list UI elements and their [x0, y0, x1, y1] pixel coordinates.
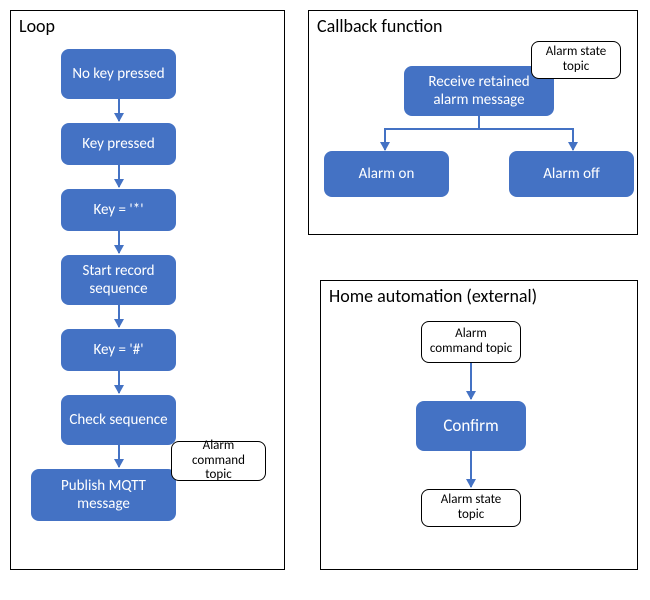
node-label: Start record sequence — [67, 262, 170, 298]
loop-title: Loop — [19, 15, 55, 37]
node-key-hash: Key = '#' — [61, 329, 176, 371]
callback-panel: Callback function Receive retained alarm… — [308, 10, 638, 235]
tag-alarm-command-topic: Alarm command topic — [421, 321, 521, 363]
node-label: Key = '*' — [93, 201, 143, 219]
loop-panel: Loop No key pressed Key pressed Key = '*… — [10, 10, 285, 570]
node-label: Check sequence — [69, 411, 167, 429]
node-confirm: Confirm — [416, 401, 526, 451]
node-label: No key pressed — [72, 65, 164, 83]
tag-alarm-state-topic: Alarm state topic — [421, 489, 521, 527]
node-label: Key = '#' — [93, 341, 143, 359]
arrow — [118, 371, 120, 393]
node-label: Receive retained alarm message — [410, 73, 548, 109]
connector — [478, 116, 480, 128]
tag-label: Alarm command topic — [178, 439, 259, 484]
tag-alarm-command-topic: Alarm command topic — [171, 441, 266, 481]
arrow — [118, 445, 120, 467]
node-label: Confirm — [443, 416, 498, 436]
callback-title: Callback function — [317, 15, 442, 37]
connector — [384, 128, 574, 130]
node-label: Alarm on — [359, 165, 415, 183]
node-alarm-off: Alarm off — [509, 151, 634, 197]
home-automation-panel: Home automation (external) Alarm command… — [320, 280, 638, 570]
arrow — [470, 451, 472, 487]
node-label: Alarm off — [543, 165, 600, 183]
arrow — [118, 231, 120, 253]
tag-label: Alarm state topic — [538, 45, 614, 75]
node-publish-mqtt: Publish MQTT message — [31, 469, 176, 521]
arrow — [118, 99, 120, 121]
tag-label: Alarm command topic — [428, 327, 514, 357]
tag-alarm-state-topic: Alarm state topic — [531, 41, 621, 79]
node-key-pressed: Key pressed — [61, 123, 176, 165]
tag-label: Alarm state topic — [428, 493, 514, 523]
arrow — [384, 128, 386, 150]
node-start-record: Start record sequence — [61, 255, 176, 305]
home-title: Home automation (external) — [329, 285, 537, 307]
arrow — [118, 305, 120, 327]
node-key-star: Key = '*' — [61, 189, 176, 231]
node-alarm-on: Alarm on — [324, 151, 449, 197]
arrow — [118, 165, 120, 187]
arrow — [572, 128, 574, 150]
node-no-key-pressed: No key pressed — [61, 49, 176, 99]
arrow — [470, 363, 472, 399]
node-label: Key pressed — [82, 135, 155, 153]
node-check-sequence: Check sequence — [61, 395, 176, 445]
node-label: Publish MQTT message — [37, 477, 170, 513]
